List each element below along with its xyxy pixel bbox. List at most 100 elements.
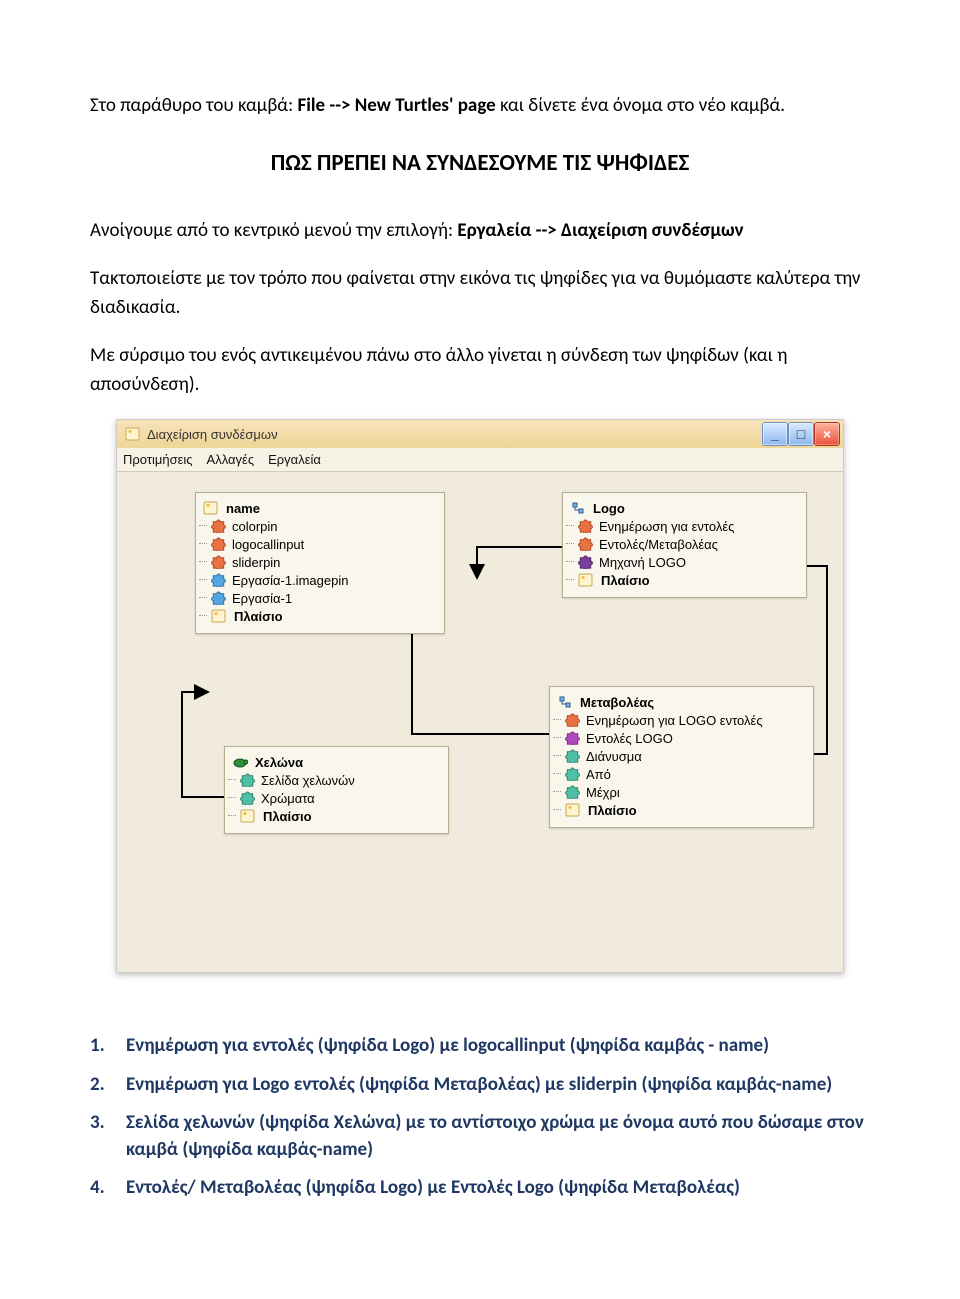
puzzle-icon xyxy=(564,784,580,800)
tree-label: Διάνυσμα xyxy=(586,749,642,764)
tree-label: Πλαίσιο xyxy=(263,809,312,824)
tree-root-meta[interactable]: Μεταβολέας xyxy=(554,693,809,711)
tree-item-engine[interactable]: Μηχανή LOGO xyxy=(575,553,802,571)
tree-label: Μέχρι xyxy=(586,785,620,800)
paragraph: Ανοίγουμε από το κεντρικό μενού την επιλ… xyxy=(90,217,870,246)
tree-label: Ενημέρωση για LOGO εντολές xyxy=(586,713,763,728)
tree-item-plaisio[interactable]: Πλαίσιο xyxy=(575,571,802,589)
window-titlebar: Διαχείριση συνδέσμων _ □ × xyxy=(117,420,843,448)
turtle-icon xyxy=(231,754,249,770)
tree-item-entoles-logo[interactable]: Εντολές LOGO xyxy=(562,729,809,747)
puzzle-icon xyxy=(210,590,226,606)
text: Στο παράθυρο του καμβά: xyxy=(90,94,293,117)
doc-icon xyxy=(202,500,220,516)
window-minimize-button[interactable]: _ xyxy=(763,423,787,445)
tree-label: logocallinput xyxy=(232,537,304,552)
puzzle-icon xyxy=(564,766,580,782)
tree-label: Από xyxy=(586,767,611,782)
tree-item-entoles-meta[interactable]: Εντολές/Μεταβολέας xyxy=(575,535,802,553)
puzzle-icon xyxy=(210,572,226,588)
tree-item-plaisio[interactable]: Πλαίσιο xyxy=(208,607,440,625)
puzzle-icon xyxy=(210,554,226,570)
panel-meta[interactable]: Μεταβολέας Ενημέρωση για LOGO εντολές Εν… xyxy=(549,686,814,828)
tree-label: Logo xyxy=(593,501,625,516)
puzzle-icon xyxy=(210,518,226,534)
puzzle-icon xyxy=(564,730,580,746)
puzzle-icon xyxy=(577,554,593,570)
tree-label: name xyxy=(226,501,260,516)
tree-root-turtle[interactable]: Χελώνα xyxy=(229,753,444,771)
tree-label: Πλαίσιο xyxy=(234,609,283,624)
list-item-1: 1. Ενημέρωση για εντολές (ψηφίδα Logo) μ… xyxy=(90,1033,870,1060)
heading: ΠΩΣ ΠΡΕΠΕΙ ΝΑ ΣΥΝΔΕΣΟΥΜΕ ΤΙΣ ΨΗΦΙΔΕΣ xyxy=(90,149,870,177)
paragraph: Τακτοποιείστε με τον τρόπο που φαίνεται … xyxy=(90,265,870,322)
menu-item-preferences[interactable]: Προτιμήσεις xyxy=(123,452,193,467)
panel-turtle[interactable]: Χελώνα Σελίδα χελωνών Χρώματα Πλαίσιο xyxy=(224,746,449,834)
window-maximize-button[interactable]: □ xyxy=(789,423,813,445)
puzzle-icon xyxy=(564,748,580,764)
tree-item-imagepin[interactable]: Εργασία-1.imagepin xyxy=(208,571,440,589)
paragraph-intro: Στο παράθυρο του καμβά: File --> New Tur… xyxy=(90,92,870,121)
doc-icon xyxy=(210,608,228,624)
paragraph: Με σύρσιμο του ενός αντικειμένου πάνω στ… xyxy=(90,342,870,399)
list-text: Εντολές/ Μεταβολέας (ψηφίδα Logo) με Εντ… xyxy=(126,1175,870,1202)
tree-label: Χρώματα xyxy=(261,791,315,806)
tree-item-enimerosi-logo[interactable]: Ενημέρωση για LOGO εντολές xyxy=(562,711,809,729)
puzzle-icon xyxy=(564,712,580,728)
panel-name[interactable]: name colorpin logocallinput sliderpin Ερ… xyxy=(195,492,445,634)
list-text: Ενημέρωση για εντολές (ψηφίδα Logo) με l… xyxy=(126,1033,870,1060)
doc-icon xyxy=(564,802,582,818)
tree-label: Πλαίσιο xyxy=(601,573,650,588)
tree-item-logocallinput[interactable]: logocallinput xyxy=(208,535,440,553)
list-item-4: 4. Εντολές/ Μεταβολέας (ψηφίδα Logo) με … xyxy=(90,1175,870,1202)
menu-item-changes[interactable]: Αλλαγές xyxy=(207,452,255,467)
tree-item-enimerosi[interactable]: Ενημέρωση για εντολές xyxy=(575,517,802,535)
puzzle-icon xyxy=(577,536,593,552)
tree-label: Εντολές/Μεταβολέας xyxy=(599,537,718,552)
tree-item-plaisio[interactable]: Πλαίσιο xyxy=(237,807,444,825)
tree-item-selida[interactable]: Σελίδα χελωνών xyxy=(237,771,444,789)
tree-item-colorpin[interactable]: colorpin xyxy=(208,517,440,535)
tree-item-mexri[interactable]: Μέχρι xyxy=(562,783,809,801)
list-number: 3. xyxy=(90,1110,126,1163)
list-number: 1. xyxy=(90,1033,126,1060)
list-number: 2. xyxy=(90,1072,126,1099)
app-window: Διαχείριση συνδέσμων _ □ × Προτιμήσεις Α… xyxy=(116,419,844,973)
doc-icon xyxy=(577,572,595,588)
tree-root-logo[interactable]: Logo xyxy=(567,499,802,517)
tree-item-xromata[interactable]: Χρώματα xyxy=(237,789,444,807)
tree-item-plaisio[interactable]: Πλαίσιο xyxy=(562,801,809,819)
tree-label: sliderpin xyxy=(232,555,280,570)
tree-label: Ενημέρωση για εντολές xyxy=(599,519,734,534)
text: και δίνετε ένα όνομα στο νέο καμβά. xyxy=(500,94,785,117)
tree-label: Εργασία-1.imagepin xyxy=(232,573,348,588)
tree-item-sliderpin[interactable]: sliderpin xyxy=(208,553,440,571)
tree-item-ergasia[interactable]: Εργασία-1 xyxy=(208,589,440,607)
window-close-button[interactable]: × xyxy=(815,423,839,445)
tree-icon xyxy=(556,694,574,710)
puzzle-icon xyxy=(239,772,255,788)
panel-logo[interactable]: Logo Ενημέρωση για εντολές Εντολές/Μεταβ… xyxy=(562,492,807,598)
tree-label: Μηχανή LOGO xyxy=(599,555,686,570)
list-text: Ενημέρωση για Logo εντολές (ψηφίδα Μεταβ… xyxy=(126,1072,870,1099)
tree-root-name[interactable]: name xyxy=(200,499,440,517)
text: Ανοίγουμε από το κεντρικό μενού την επιλ… xyxy=(90,219,457,242)
tree-label: Εργασία-1 xyxy=(232,591,292,606)
tree-label: colorpin xyxy=(232,519,278,534)
list-text: Σελίδα χελωνών (ψηφίδα Χελώνα) με το αντ… xyxy=(126,1110,870,1163)
menu-item-tools[interactable]: Εργαλεία xyxy=(268,452,321,467)
tree-label: Σελίδα χελωνών xyxy=(261,773,355,788)
doc-icon xyxy=(239,808,257,824)
list-number: 4. xyxy=(90,1175,126,1202)
bold-text: Εργαλεία --> Διαχείριση συνδέσμων xyxy=(457,219,743,242)
window-icon xyxy=(125,426,141,442)
tree-label: Εντολές LOGO xyxy=(586,731,673,746)
tree-label: Χελώνα xyxy=(255,755,303,770)
tree-label: Μεταβολέας xyxy=(580,695,654,710)
bold-text: File --> New Turtles' page xyxy=(297,94,495,117)
tree-label: Πλαίσιο xyxy=(588,803,637,818)
window-canvas: name colorpin logocallinput sliderpin Ερ… xyxy=(117,472,843,972)
tree-item-apo[interactable]: Από xyxy=(562,765,809,783)
menubar: Προτιμήσεις Αλλαγές Εργαλεία xyxy=(117,448,843,472)
tree-item-dianysma[interactable]: Διάνυσμα xyxy=(562,747,809,765)
